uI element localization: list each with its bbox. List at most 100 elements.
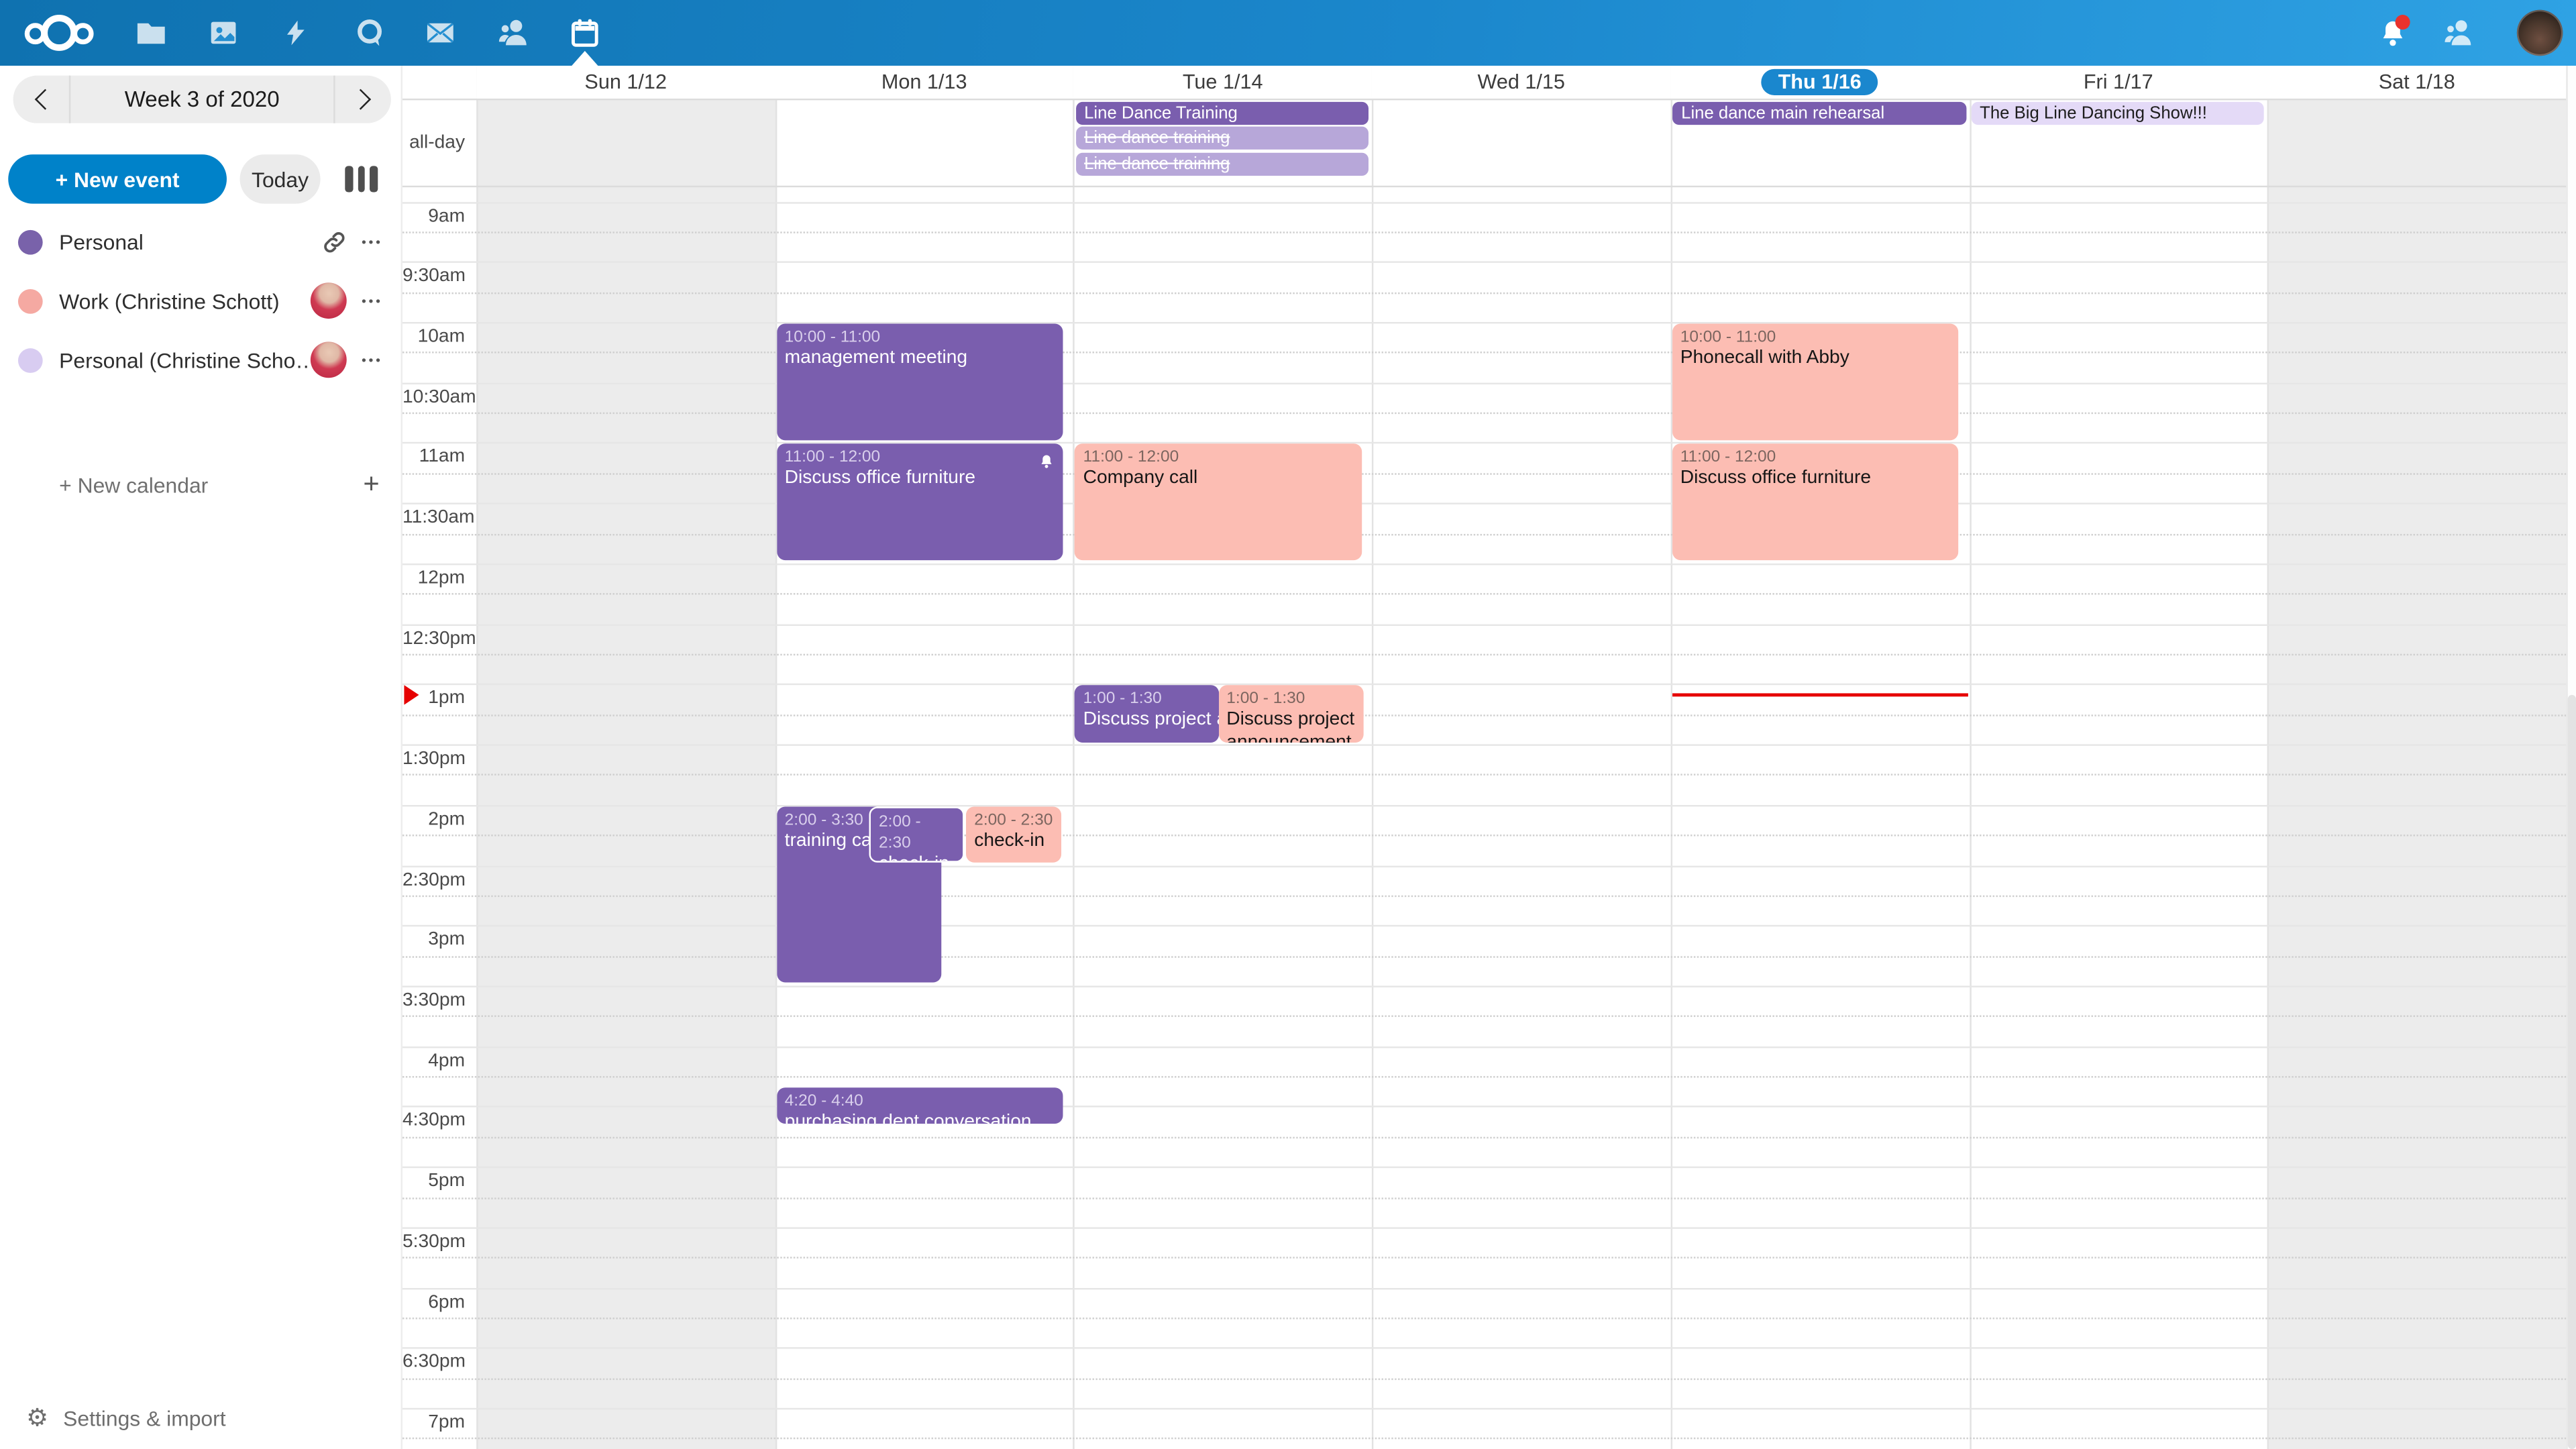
event-title: management meeting <box>785 348 1055 370</box>
event-block[interactable]: 11:00 - 12:00Company call <box>1075 444 1361 561</box>
column-border <box>1073 66 1075 1449</box>
nextcloud-logo[interactable] <box>16 0 101 66</box>
calendar-actions-menu-icon[interactable]: ••• <box>362 352 383 367</box>
calendar-icon[interactable] <box>549 0 621 66</box>
slot-line <box>402 1287 2566 1289</box>
talk-icon[interactable] <box>333 0 406 66</box>
event-block[interactable]: 2:00 - 2:30check-in <box>869 806 964 863</box>
calendar-list-item[interactable]: Personal ••• <box>0 212 402 271</box>
event-title: Discuss office furniture <box>1680 469 1951 491</box>
calendar-color-dot[interactable] <box>18 229 43 254</box>
event-block[interactable]: 11:00 - 12:00Discuss office furniture <box>776 444 1063 561</box>
slot-minor-line <box>402 1257 2566 1258</box>
event-block[interactable]: 2:00 - 2:30check-in <box>966 806 1061 863</box>
contacts-menu-icon[interactable] <box>2425 0 2491 66</box>
today-button[interactable]: Today <box>240 154 321 203</box>
next-week-button[interactable] <box>335 76 391 123</box>
notifications-bell-icon[interactable] <box>2359 0 2425 66</box>
allday-event[interactable]: Line dance main rehearsal <box>1673 101 1966 124</box>
time-label: 10am <box>402 327 465 346</box>
event-block[interactable]: 10:00 - 11:00Phonecall with Abby <box>1672 323 1958 440</box>
slot-minor-line <box>402 1016 2566 1017</box>
slot-minor-line <box>402 895 2566 896</box>
event-title: Discuss office furniture <box>785 469 1055 491</box>
time-label: 3:30pm <box>402 991 465 1010</box>
contacts-icon[interactable] <box>476 0 549 66</box>
slot-minor-line <box>402 955 2566 957</box>
chevron-left-icon <box>34 89 55 110</box>
view-switcher-button[interactable] <box>345 166 384 192</box>
allday-event[interactable]: Line Dance Training <box>1076 101 1368 124</box>
slot-line <box>402 985 2566 987</box>
allday-event[interactable]: The Big Line Dancing Show!!! <box>1972 101 2264 124</box>
slot-minor-line <box>402 1438 2566 1440</box>
day-header-mon: Mon 1/13 <box>775 66 1073 99</box>
settings-import-button[interactable]: ⚙ Settings & import <box>0 1393 402 1442</box>
time-label: 1:30pm <box>402 749 465 769</box>
event-time: 2:00 - 2:30 <box>879 811 955 854</box>
photos-icon[interactable] <box>187 0 260 66</box>
event-block[interactable]: 1:00 - 1:30Discuss project announcement <box>1075 686 1218 742</box>
event-title: Discuss project announcement <box>1083 710 1210 733</box>
slot-line <box>402 1167 2566 1168</box>
user-avatar[interactable] <box>2517 10 2563 56</box>
day-header-wed: Wed 1/15 <box>1372 66 1670 99</box>
event-title: purchasing dept conversation <box>785 1112 1055 1124</box>
week-label[interactable]: Week 3 of 2020 <box>70 87 333 112</box>
time-label: 10:30am <box>402 387 465 407</box>
calendar-list-item[interactable]: Work (Christine Schott)••• <box>0 271 402 330</box>
slot-line <box>402 624 2566 625</box>
column-border <box>1969 66 1970 1449</box>
slot-minor-line <box>402 1197 2566 1198</box>
event-block[interactable]: 1:00 - 1:30Discuss project announcement <box>1218 686 1363 742</box>
slot-line <box>402 684 2566 686</box>
weekend-column-shading <box>476 99 775 1449</box>
new-calendar-button[interactable]: + New calendar + <box>0 455 402 514</box>
slot-minor-line <box>402 1318 2566 1319</box>
calendar-actions-menu-icon[interactable]: ••• <box>362 234 383 249</box>
calendar-name: Personal <box>59 229 322 254</box>
slot-minor-line <box>402 292 2566 293</box>
slot-line <box>402 1046 2566 1047</box>
slot-line <box>402 745 2566 746</box>
slot-line <box>402 322 2566 323</box>
day-header-tue: Tue 1/14 <box>1073 66 1372 99</box>
slot-line <box>402 503 2566 504</box>
activity-icon[interactable] <box>260 0 332 66</box>
mail-icon[interactable] <box>404 0 476 66</box>
day-header-thu: Thu 1/16 <box>1670 66 1969 99</box>
time-label: 4pm <box>402 1051 465 1071</box>
active-app-marker <box>572 51 598 66</box>
event-title: check-in <box>879 854 955 863</box>
slot-minor-line <box>402 413 2566 414</box>
header-separator <box>402 99 2566 100</box>
share-link-icon[interactable] <box>322 229 347 254</box>
event-title: Discuss project announcement <box>1226 710 1354 742</box>
slot-minor-line <box>402 473 2566 474</box>
event-block[interactable]: 11:00 - 12:00Discuss office furniture <box>1672 444 1958 561</box>
files-icon[interactable] <box>115 0 187 66</box>
scrollbar-thumb[interactable] <box>2567 695 2575 1449</box>
event-block[interactable]: 10:00 - 11:00management meeting <box>776 323 1063 440</box>
calendar-color-dot[interactable] <box>18 288 43 313</box>
top-navbar <box>0 0 2576 66</box>
calendar-color-dot[interactable] <box>18 347 43 372</box>
previous-week-button[interactable] <box>13 76 69 123</box>
slot-minor-line <box>402 775 2566 776</box>
slot-line <box>402 1227 2566 1228</box>
allday-event[interactable]: Line dance training <box>1076 127 1368 150</box>
plus-icon: + <box>363 468 379 501</box>
reminder-bell-icon <box>1038 449 1055 479</box>
slot-line <box>402 262 2566 263</box>
column-border <box>1670 66 1672 1449</box>
slot-line <box>402 382 2566 384</box>
slot-line <box>402 865 2566 866</box>
calendar-list-item[interactable]: Personal (Christine Scho…••• <box>0 330 402 389</box>
slot-line <box>402 1408 2566 1409</box>
new-event-button[interactable]: + New event <box>8 154 227 203</box>
slot-line <box>402 805 2566 806</box>
event-block[interactable]: 4:20 - 4:40purchasing dept conversation <box>776 1088 1063 1124</box>
calendar-actions-menu-icon[interactable]: ••• <box>362 293 383 308</box>
allday-event[interactable]: Line dance training <box>1076 152 1368 175</box>
calendar-item-actions: ••• <box>311 341 383 378</box>
